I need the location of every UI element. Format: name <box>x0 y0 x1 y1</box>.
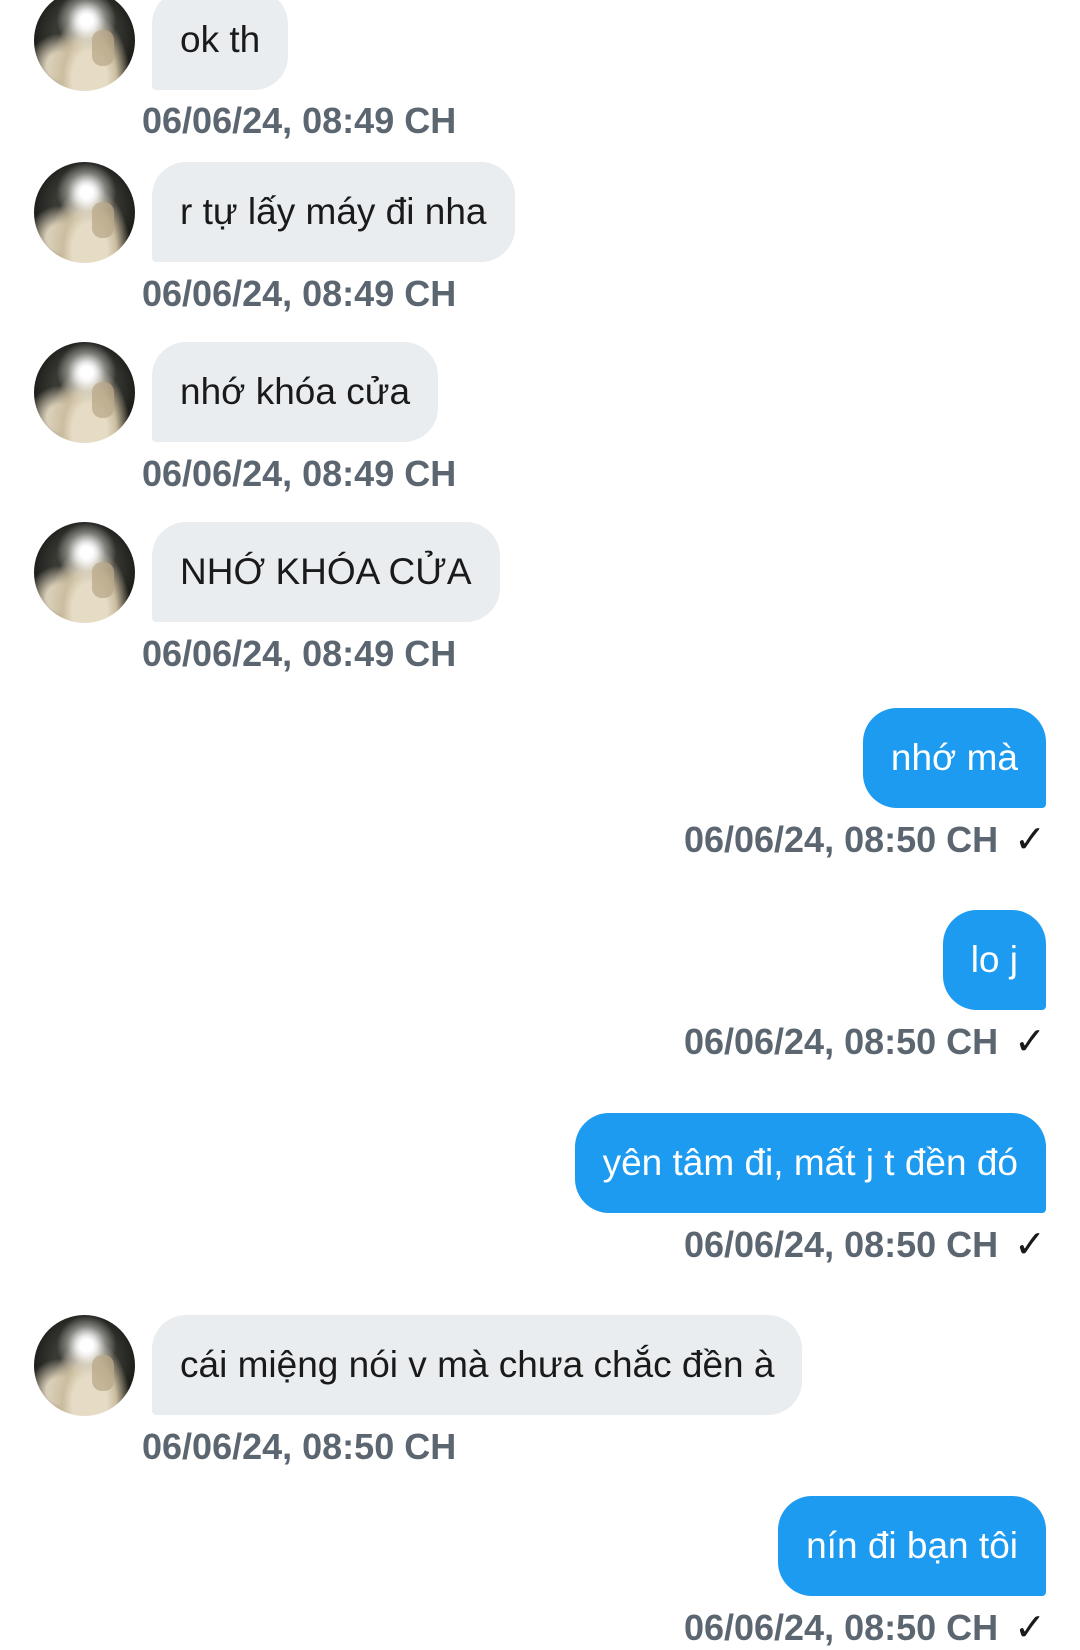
message-timestamp: 06/06/24, 08:50 CH ✓ <box>684 1223 1046 1267</box>
checkmark-icon: ✓ <box>1014 1607 1046 1649</box>
checkmark-icon: ✓ <box>1014 1021 1046 1063</box>
message-timestamp: 06/06/24, 08:49 CH <box>142 100 457 141</box>
timestamp-text: 06/06/24, 08:50 CH <box>683 819 999 860</box>
sender-avatar[interactable] <box>34 1315 135 1416</box>
message-timestamp: 06/06/24, 08:50 CH ✓ <box>684 818 1046 862</box>
message-bubble[interactable]: nín đi bạn tôi <box>778 1496 1046 1596</box>
message-bubble[interactable]: lo j <box>942 910 1046 1010</box>
sender-avatar[interactable] <box>34 0 135 91</box>
message-timestamp: 06/06/24, 08:50 CH ✓ <box>684 1606 1046 1650</box>
message-timestamp: 06/06/24, 08:49 CH <box>142 453 457 494</box>
message-timestamp: 06/06/24, 08:50 CH ✓ <box>684 1020 1046 1064</box>
sender-avatar[interactable] <box>34 342 135 443</box>
sender-avatar[interactable] <box>34 522 135 623</box>
message-thread: ok th 06/06/24, 08:49 CH r tự lấy máy đi… <box>0 0 1080 1649</box>
checkmark-icon: ✓ <box>1014 1224 1046 1266</box>
checkmark-icon: ✓ <box>1014 819 1046 861</box>
timestamp-text: 06/06/24, 08:50 CH <box>683 1021 999 1062</box>
message-timestamp: 06/06/24, 08:49 CH <box>142 633 457 674</box>
message-bubble[interactable]: nhớ mà <box>862 708 1046 808</box>
message-bubble[interactable]: ok th <box>152 0 289 90</box>
timestamp-text: 06/06/24, 08:50 CH <box>683 1224 999 1265</box>
timestamp-text: 06/06/24, 08:50 CH <box>683 1607 999 1648</box>
message-bubble[interactable]: yên tâm đi, mất j t đền đó <box>574 1113 1046 1213</box>
sender-avatar[interactable] <box>34 162 135 263</box>
message-timestamp: 06/06/24, 08:50 CH <box>142 1426 457 1467</box>
message-bubble[interactable]: nhớ khóa cửa <box>152 342 439 442</box>
message-bubble[interactable]: NHỚ KHÓA CỬA <box>152 522 500 622</box>
message-bubble[interactable]: r tự lấy máy đi nha <box>152 162 515 262</box>
message-bubble[interactable]: cái miệng nói v mà chưa chắc đền à <box>152 1315 803 1415</box>
message-timestamp: 06/06/24, 08:49 CH <box>142 273 457 314</box>
